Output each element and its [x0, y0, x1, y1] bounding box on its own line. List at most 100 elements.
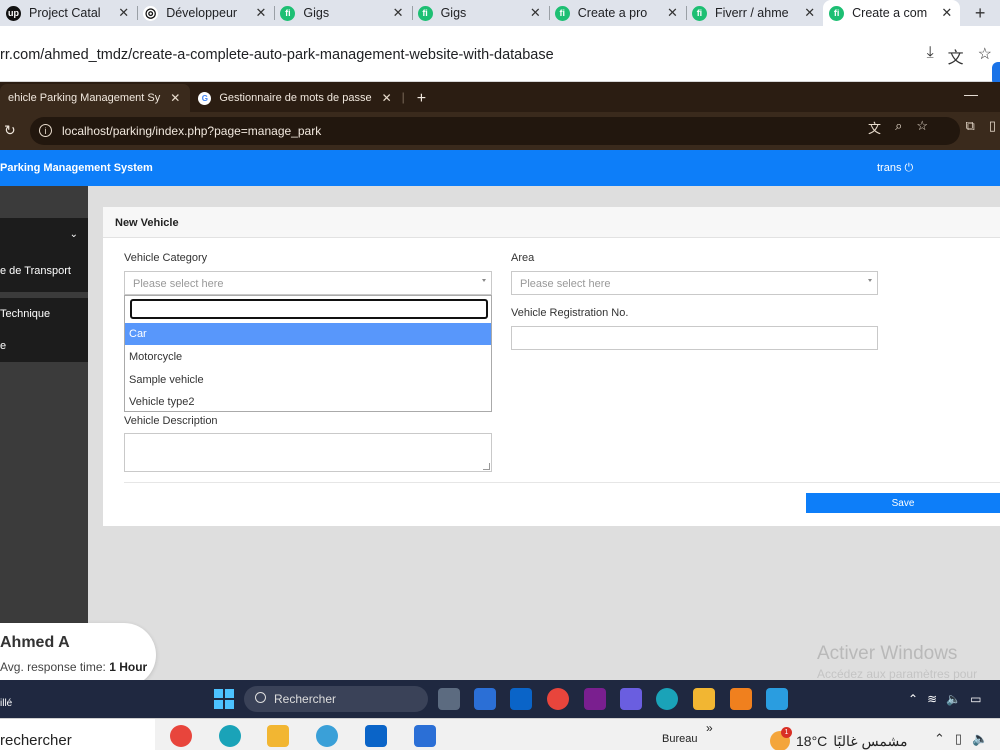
sidebar-item-3[interactable]: e — [0, 330, 88, 362]
dropdown-search-input[interactable] — [130, 299, 488, 319]
outlook-icon[interactable] — [510, 688, 532, 710]
site-info-icon[interactable]: i — [39, 124, 52, 137]
zoom-icon[interactable]: ⌕ — [895, 118, 902, 137]
volume-icon[interactable]: 🔈 — [946, 692, 961, 706]
close-icon[interactable]: ✕ — [941, 5, 952, 21]
inner-url: localhost/parking/index.php?page=manage_… — [62, 124, 322, 138]
sidepanel-icon[interactable]: ▯ — [989, 118, 996, 134]
outer-address-icons: ⤓ 文 ☆ — [927, 44, 992, 68]
xampp-icon[interactable] — [730, 688, 752, 710]
dropdown-option[interactable]: Sample vehicle — [125, 369, 491, 391]
weather-widget[interactable]: 1 18°C مشمس غالبًا — [770, 727, 907, 750]
close-icon[interactable]: ✕ — [530, 5, 541, 21]
user-menu[interactable]: trans ⏻ — [877, 162, 913, 175]
sidebar-item-label: Technique — [0, 308, 51, 320]
dropdown-option[interactable]: Motorcycle — [125, 346, 491, 368]
vehicle-category-select[interactable]: Please select here — [124, 271, 492, 295]
reload-icon[interactable]: ↻ — [4, 122, 16, 139]
volume-icon[interactable]: 🔈 — [972, 731, 988, 747]
close-icon[interactable]: ✕ — [667, 5, 678, 21]
chrome-icon[interactable] — [170, 725, 192, 747]
copilot-icon[interactable] — [620, 688, 642, 710]
close-icon[interactable]: ✕ — [255, 5, 266, 21]
outer-tab-1[interactable]: up Project Catal ✕ — [0, 0, 137, 26]
taskbar-search[interactable]: Rechercher — [244, 686, 428, 712]
store-icon[interactable] — [474, 688, 496, 710]
caret-down-icon — [868, 279, 872, 282]
inner-toolbar-icons: ⧉ ▯ — [966, 118, 996, 134]
wifi-icon[interactable]: ≋ — [927, 692, 937, 706]
windows-start-icon[interactable] — [214, 689, 234, 709]
outer-url[interactable]: rr.com/ahmed_tmdz/create-a-complete-auto… — [0, 47, 554, 63]
translate-icon[interactable]: 文 — [948, 44, 964, 68]
dropdown-option[interactable]: Car — [125, 323, 491, 345]
outer-tab-3[interactable]: fi Gigs ✕ — [274, 0, 411, 26]
file-explorer-icon[interactable] — [267, 725, 289, 747]
activate-windows-title: Activer Windows — [817, 643, 958, 664]
area-select[interactable]: Please select here — [511, 271, 878, 295]
app-brand[interactable]: Parking Management System — [0, 162, 153, 174]
bookmark-star-icon[interactable]: ☆ — [978, 44, 992, 68]
resize-handle-icon[interactable] — [483, 463, 490, 470]
chevron-right-icon[interactable]: » — [706, 721, 713, 735]
chevron-up-icon[interactable]: ⌃ — [908, 692, 918, 706]
sidebar-item-label: e — [0, 340, 7, 352]
phpstorm-icon[interactable] — [584, 688, 606, 710]
outlook-icon[interactable] — [365, 725, 387, 747]
response-value: 1 Hour — [109, 660, 148, 674]
bookmark-star-icon[interactable]: ☆ — [916, 118, 928, 137]
battery-icon[interactable]: ▯ — [955, 731, 962, 747]
install-app-icon[interactable]: ⤓ — [927, 44, 934, 68]
inner-tab-parking[interactable]: ehicle Parking Management Sy ✕ — [0, 84, 191, 112]
outer-tab-4[interactable]: fi Gigs ✕ — [411, 0, 549, 26]
fiverr-icon: fi — [280, 5, 296, 21]
chrome-icon[interactable] — [547, 688, 569, 710]
sidebar-item-transport[interactable]: e de Transport — [0, 250, 88, 292]
close-icon[interactable]: ✕ — [382, 91, 392, 105]
close-icon[interactable]: ✕ — [170, 91, 180, 105]
outer-system-tray: ⌃ ▯ 🔈 — [934, 731, 988, 747]
caret-down-icon — [482, 279, 486, 282]
chevron-down-icon: ⌄ — [69, 228, 78, 240]
new-tab-plus-icon[interactable]: + — [405, 90, 438, 112]
outer-taskbar-search[interactable]: rechercher — [0, 719, 155, 750]
battery-icon[interactable]: ▭ — [970, 692, 981, 706]
close-icon[interactable]: ✕ — [118, 5, 129, 21]
description-textarea[interactable] — [124, 433, 492, 472]
outer-taskbar: rechercher Bureau » 1 18°C مشمس غالبًا ⌃… — [0, 718, 1000, 750]
outer-tab-2[interactable]: ◎ Développeur ✕ — [137, 0, 274, 26]
area-label: Area — [511, 252, 535, 264]
inner-url-field[interactable]: i localhost/parking/index.php?page=manag… — [30, 117, 960, 145]
select-placeholder: Please select here — [520, 278, 611, 290]
edge-icon[interactable] — [656, 688, 678, 710]
close-icon[interactable]: ✕ — [393, 5, 404, 21]
inner-system-tray: ⌃ ≋ 🔈 ▭ — [908, 692, 981, 706]
tab-label: Gestionnaire de mots de passe — [219, 92, 372, 104]
task-view-icon[interactable] — [438, 688, 460, 710]
tab-label: Create a pro — [577, 6, 648, 20]
minimize-icon[interactable]: — — [964, 86, 978, 102]
outer-tab-7-active[interactable]: fi Create a com ✕ — [823, 0, 961, 26]
outer-tab-5[interactable]: fi Create a pro ✕ — [548, 0, 686, 26]
save-button[interactable]: Save — [806, 493, 1000, 513]
dropdown-option[interactable]: Vehicle type2 — [125, 391, 491, 413]
sidebar-item-dropdown[interactable]: ⌄ — [0, 218, 88, 250]
new-tab-plus-icon[interactable]: + — [960, 0, 1000, 26]
translate-icon[interactable]: 文 — [868, 118, 881, 137]
outer-tab-strip: up Project Catal ✕ ◎ Développeur ✕ fi Gi… — [0, 0, 1000, 26]
edge-icon[interactable] — [219, 725, 241, 747]
extensions-icon[interactable]: ⧉ — [966, 118, 975, 134]
app-icon[interactable] — [766, 688, 788, 710]
chevron-up-icon[interactable]: ⌃ — [934, 731, 945, 747]
app-header: Parking Management System trans ⏻ — [0, 150, 1000, 186]
inner-tab-passwords[interactable]: G Gestionnaire de mots de passe ✕ — [190, 84, 401, 112]
sidebar-item-technique[interactable]: Technique — [0, 298, 88, 330]
seller-contact-card[interactable]: Ahmed A Avg. response time: 1 Hour — [0, 623, 156, 687]
desktop-label[interactable]: Bureau — [662, 733, 697, 745]
registration-input[interactable] — [511, 326, 878, 350]
close-icon[interactable]: ✕ — [804, 5, 815, 21]
store-icon[interactable] — [414, 725, 436, 747]
browser-icon[interactable] — [316, 725, 338, 747]
outer-tab-6[interactable]: fi Fiverr / ahme ✕ — [685, 0, 823, 26]
file-explorer-icon[interactable] — [693, 688, 715, 710]
